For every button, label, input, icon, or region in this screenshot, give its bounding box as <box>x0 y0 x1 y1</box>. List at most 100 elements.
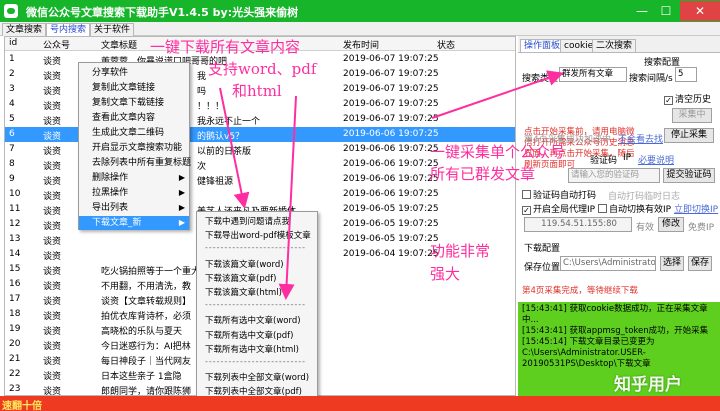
cell-id: 14 <box>9 249 21 259</box>
tab-about[interactable]: 关于软件 <box>90 23 135 36</box>
auto-switch-proxy-checkbox[interactable]: 自动切换有效IP <box>598 202 671 215</box>
stop-collect-button[interactable]: 停止采集 <box>664 128 714 143</box>
progress-note: 第4页采集完成，等待继续下载 <box>522 286 638 296</box>
cell-account: 谈资 <box>43 387 62 396</box>
bottom-banner-text: 速翻十倍 <box>2 401 42 411</box>
wechat-logo-icon <box>4 4 18 18</box>
context-menu-item[interactable]: 去除列表中所有重复标题 <box>79 156 192 170</box>
context-menu-item[interactable]: 导出列表 ▶ <box>79 201 189 215</box>
cell-id: 18 <box>9 309 21 319</box>
search-interval-input[interactable]: 5 <box>675 67 697 82</box>
annotation-text: 和html <box>232 82 282 100</box>
annotation-text: 强大 <box>430 265 461 283</box>
not-accelerate-link[interactable]: 不会看去找 <box>618 132 663 145</box>
cell-id: 3 <box>9 84 15 94</box>
save-location-input[interactable]: C:\Users\Administrator.US <box>560 256 656 271</box>
cell-id: 8 <box>9 159 15 169</box>
global-proxy-checkbox[interactable]: ✓ 开启全局代理IP <box>522 202 595 215</box>
maximize-button[interactable]: ☐ <box>652 1 680 21</box>
title-fragment: 吗 <box>197 87 207 97</box>
cell-time: 2019-06-07 19:07:25 <box>343 114 439 124</box>
cell-id: 19 <box>9 324 21 334</box>
proxy-ip-field[interactable]: 119.54.51.155:80 <box>524 217 632 232</box>
submenu-item[interactable]: 下载该篇文章(pdf) <box>197 272 317 286</box>
annotation-text: 一键采集单个公众号 <box>430 143 566 161</box>
context-menu-item[interactable]: 复制文章下载链接 <box>79 96 189 110</box>
cell-account: 谈资 <box>43 297 62 307</box>
cell-id: 13 <box>9 234 21 244</box>
captcha-input[interactable]: 请输入您的验证码 <box>568 168 660 183</box>
tab-account-search[interactable]: 号内搜索 <box>46 23 91 36</box>
cell-title: 郎朗同学，请你跟陈狮 <box>101 387 192 396</box>
submenu-item[interactable]: 下载所有选中文章(word) <box>197 314 317 328</box>
start-collect-button[interactable]: 采集中 <box>672 108 712 123</box>
accelerate-label: 加速中 <box>584 135 612 145</box>
search-type-select[interactable]: 群发所有文章 <box>559 67 627 82</box>
clear-history-checkbox[interactable]: ✓ 清空历史 <box>664 92 711 105</box>
context-menu-item[interactable]: 分享软件 <box>79 66 189 80</box>
context-menu-item[interactable]: 开启显示文章搜索功能 <box>79 141 189 155</box>
tab-article-search[interactable]: 文章搜索 <box>2 23 47 36</box>
close-button[interactable]: ✕ <box>680 1 720 21</box>
submenu-item[interactable]: 下载所有选中文章(html) <box>197 343 317 357</box>
cell-time: 2019-06-07 19:07:25 <box>343 54 439 64</box>
cell-title: 每日神段子｜当代网友 <box>101 357 192 367</box>
submit-captcha-button[interactable]: 提交验证码 <box>663 168 715 183</box>
context-menu-item[interactable]: 拉黑操作 ▶ <box>79 186 189 200</box>
submenu-item[interactable]: 下载该篇文章(html) <box>197 286 317 300</box>
title-fragment: 我 <box>197 72 207 82</box>
cell-title: 谈资【文章转载规则】 <box>101 297 192 307</box>
cell-account: 谈资 <box>43 132 62 142</box>
cell-id: 4 <box>9 99 15 109</box>
submenu-item[interactable]: 下载中遇到问题请点我 <box>197 215 317 229</box>
ip-label: IP <box>623 153 632 163</box>
log-line: [15:45:14] 下载文章目录已变更为C:\Users\Administra… <box>522 337 655 369</box>
cell-time: 2019-06-07 19:07:25 <box>343 84 439 94</box>
cell-account: 谈资 <box>43 222 62 232</box>
annotation-text: 所有已群发文章 <box>430 165 536 183</box>
submenu-arrow-icon: ▶ <box>178 218 185 227</box>
need-captcha-link[interactable]: 必要说明 <box>638 153 674 166</box>
context-menu-item[interactable]: 生成此文章二维码 <box>79 126 189 140</box>
column-header-status[interactable]: 状态 <box>437 38 455 51</box>
cell-id: 2 <box>9 69 15 79</box>
column-header-id[interactable]: id <box>9 38 17 48</box>
submenu-item[interactable]: 下载该篇文章(word) <box>197 258 317 272</box>
title-fragment: ！！！ <box>197 102 225 112</box>
context-menu-item[interactable]: 查看此文章内容 <box>79 111 189 125</box>
tab-secondary-search[interactable]: 二次搜索 <box>592 39 637 52</box>
checkbox-icon <box>598 204 607 213</box>
column-header-account[interactable]: 公众号 <box>43 38 70 51</box>
submenu-item[interactable]: 下载导出word-pdf模板文章 <box>197 229 317 243</box>
context-menu-item-label: 去除列表中所有重复标题 <box>92 158 192 168</box>
column-header-title[interactable]: 文章标题 <box>101 38 137 51</box>
cell-id: 7 <box>9 144 15 154</box>
context-menu: 分享软件 复制此文章链接 复制文章下载链接查看此文章内容 生成此文章二维码开启显示文章… <box>78 62 192 230</box>
context-menu-item-label: 生成此文章二维码 <box>92 128 165 138</box>
context-menu-item-label: 导出列表 <box>92 203 129 213</box>
cell-id: 16 <box>9 279 21 289</box>
column-header-time[interactable]: 发布时间 <box>343 38 379 51</box>
switch-ip-link[interactable]: 立即切换IP <box>674 202 718 215</box>
auto-captcha-checkbox[interactable]: 验证码自动打码 <box>522 188 596 201</box>
modify-proxy-button[interactable]: 修改 <box>658 217 684 232</box>
submenu-arrow-icon: ▶ <box>178 173 185 182</box>
context-menu-item[interactable]: 复制此文章链接 <box>79 81 189 95</box>
cell-account: 谈资 <box>43 252 62 262</box>
tab-operation-panel[interactable]: 操作面板 <box>520 39 565 52</box>
cell-title: 吃火锅拍照等于一个重大 <box>101 267 201 277</box>
cell-id: 12 <box>9 219 21 229</box>
context-menu-item[interactable]: 删除操作 ▶ <box>79 171 189 185</box>
cell-id: 10 <box>9 189 21 199</box>
select-folder-button[interactable]: 选择 <box>660 256 684 271</box>
submenu-item[interactable]: 下载列表中全部文章(word) <box>197 371 317 385</box>
context-menu-item[interactable]: 下载文章_新 ▶ <box>79 216 189 230</box>
cell-time: 2019-06-06 19:07:25 <box>343 144 439 154</box>
submenu-item[interactable]: 下载所有选中文章(pdf) <box>197 329 317 343</box>
checkbox-checked-icon: ✓ <box>664 96 673 105</box>
cell-time: 2019-06-06 19:07:25 <box>343 129 439 139</box>
free-ip-label: 免费IP <box>688 223 715 233</box>
save-config-button[interactable]: 保存 <box>688 256 712 271</box>
context-menu-item-label: 查看此文章内容 <box>92 113 156 123</box>
cell-account: 谈资 <box>43 162 62 172</box>
